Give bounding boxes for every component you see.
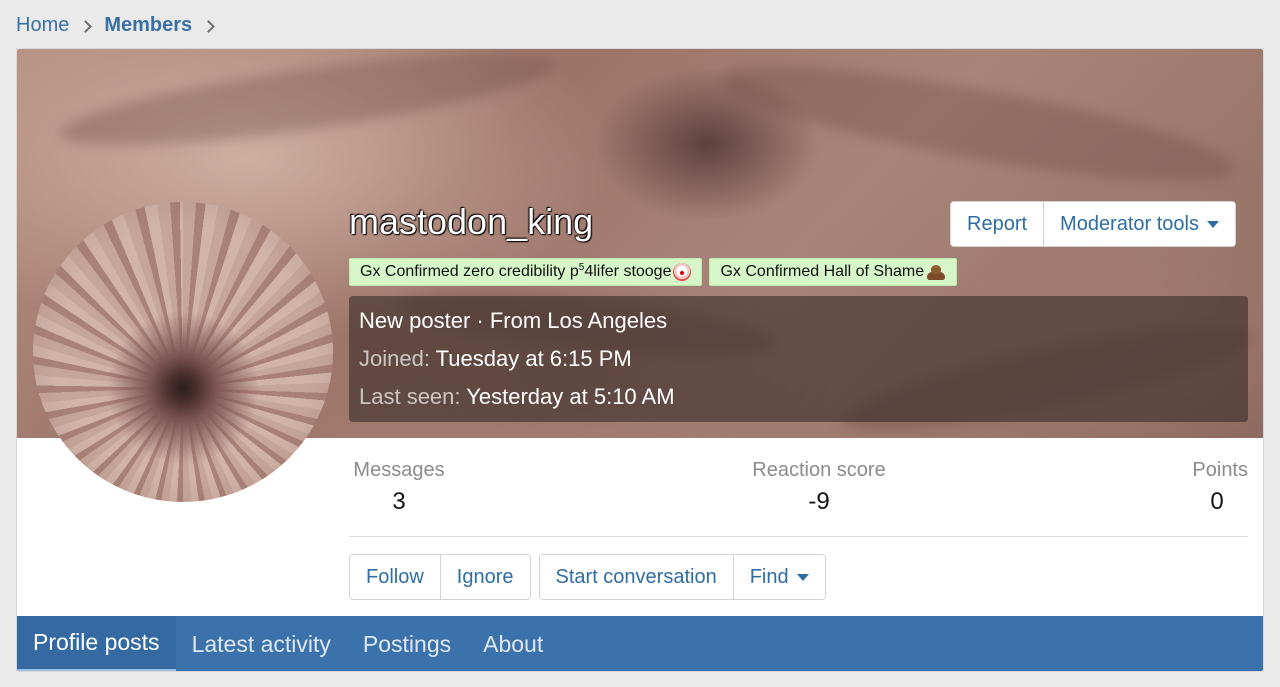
breadcrumb-members[interactable]: Members — [104, 14, 192, 37]
caret-down-icon — [1207, 220, 1219, 228]
tab-profile-posts[interactable]: Profile posts — [17, 616, 176, 671]
user-banner-text: Gx Confirmed zero credibility p — [360, 263, 579, 280]
stat-label: Reaction score — [752, 459, 886, 481]
clown-face-icon — [673, 263, 692, 281]
last-seen-row: Last seen: Yesterday at 5:10 AM — [359, 382, 1238, 420]
ignore-button[interactable]: Ignore — [439, 555, 530, 599]
member-stats: Messages 3 Reaction score -9 Points 0 — [349, 459, 1248, 521]
follow-button[interactable]: Follow — [350, 555, 440, 599]
joined-row: Joined: Tuesday at 6:15 PM — [359, 344, 1238, 382]
user-banner-superscript: 5 — [578, 261, 585, 273]
stat-messages[interactable]: Messages 3 — [349, 459, 449, 516]
moderator-tools-label: Moderator tools — [1060, 212, 1199, 235]
profile-tabs: Profile posts Latest activity Postings A… — [17, 616, 1263, 671]
stat-reaction-score[interactable]: Reaction score -9 — [744, 459, 894, 516]
last-seen-value: Yesterday at 5:10 AM — [466, 384, 675, 409]
find-button[interactable]: Find — [732, 555, 825, 599]
stat-value: 0 — [1210, 488, 1224, 515]
tab-latest-activity[interactable]: Latest activity — [176, 616, 347, 671]
stat-label: Points — [1192, 459, 1248, 481]
member-info-box: New poster · From Los Angeles Joined: Tu… — [349, 296, 1248, 422]
report-button[interactable]: Report — [951, 202, 1044, 246]
member-header-card: mastodon_king Report Moderator tools Gx … — [16, 48, 1264, 672]
user-banner-text: Gx Confirmed Hall of Shame — [720, 263, 925, 280]
stat-label: Messages — [353, 459, 445, 481]
follow-ignore-group: Follow Ignore — [349, 554, 531, 600]
caret-down-icon — [796, 573, 809, 581]
moderator-tools-button[interactable]: Moderator tools — [1043, 202, 1235, 246]
chevron-right-icon — [202, 19, 216, 33]
breadcrumb: Home Members — [16, 10, 227, 40]
tab-about[interactable]: About — [467, 616, 559, 671]
pile-of-poo-icon — [926, 263, 946, 281]
username: mastodon_king — [349, 201, 594, 242]
member-status-line: New poster · From Los Angeles — [359, 308, 668, 333]
member-actions: Follow Ignore Start conversation Find — [349, 554, 826, 600]
last-seen-label: Last seen: — [359, 384, 461, 409]
tab-postings[interactable]: Postings — [347, 616, 467, 671]
stat-value: -9 — [808, 488, 830, 515]
user-banner: Gx Confirmed zero credibility p 5 4lifer s… — [349, 258, 703, 286]
conversation-find-group: Start conversation Find — [538, 554, 826, 600]
avatar[interactable] — [33, 202, 333, 502]
user-banners: Gx Confirmed zero credibility p 5 4lifer s… — [349, 258, 958, 286]
top-actions: Report Moderator tools — [950, 201, 1236, 247]
user-banner: Gx Confirmed Hall of Shame — [709, 258, 958, 286]
divider — [349, 536, 1248, 537]
breadcrumb-home[interactable]: Home — [16, 14, 69, 37]
stat-value: 3 — [392, 488, 406, 515]
stat-points[interactable]: Points 0 — [1178, 459, 1248, 516]
start-conversation-button[interactable]: Start conversation — [539, 555, 733, 599]
user-banner-text-after: 4lifer stooge — [584, 263, 672, 280]
chevron-right-icon — [79, 19, 93, 33]
joined-label: Joined: — [359, 346, 430, 371]
joined-value: Tuesday at 6:15 PM — [435, 346, 632, 371]
find-label: Find — [749, 565, 789, 588]
